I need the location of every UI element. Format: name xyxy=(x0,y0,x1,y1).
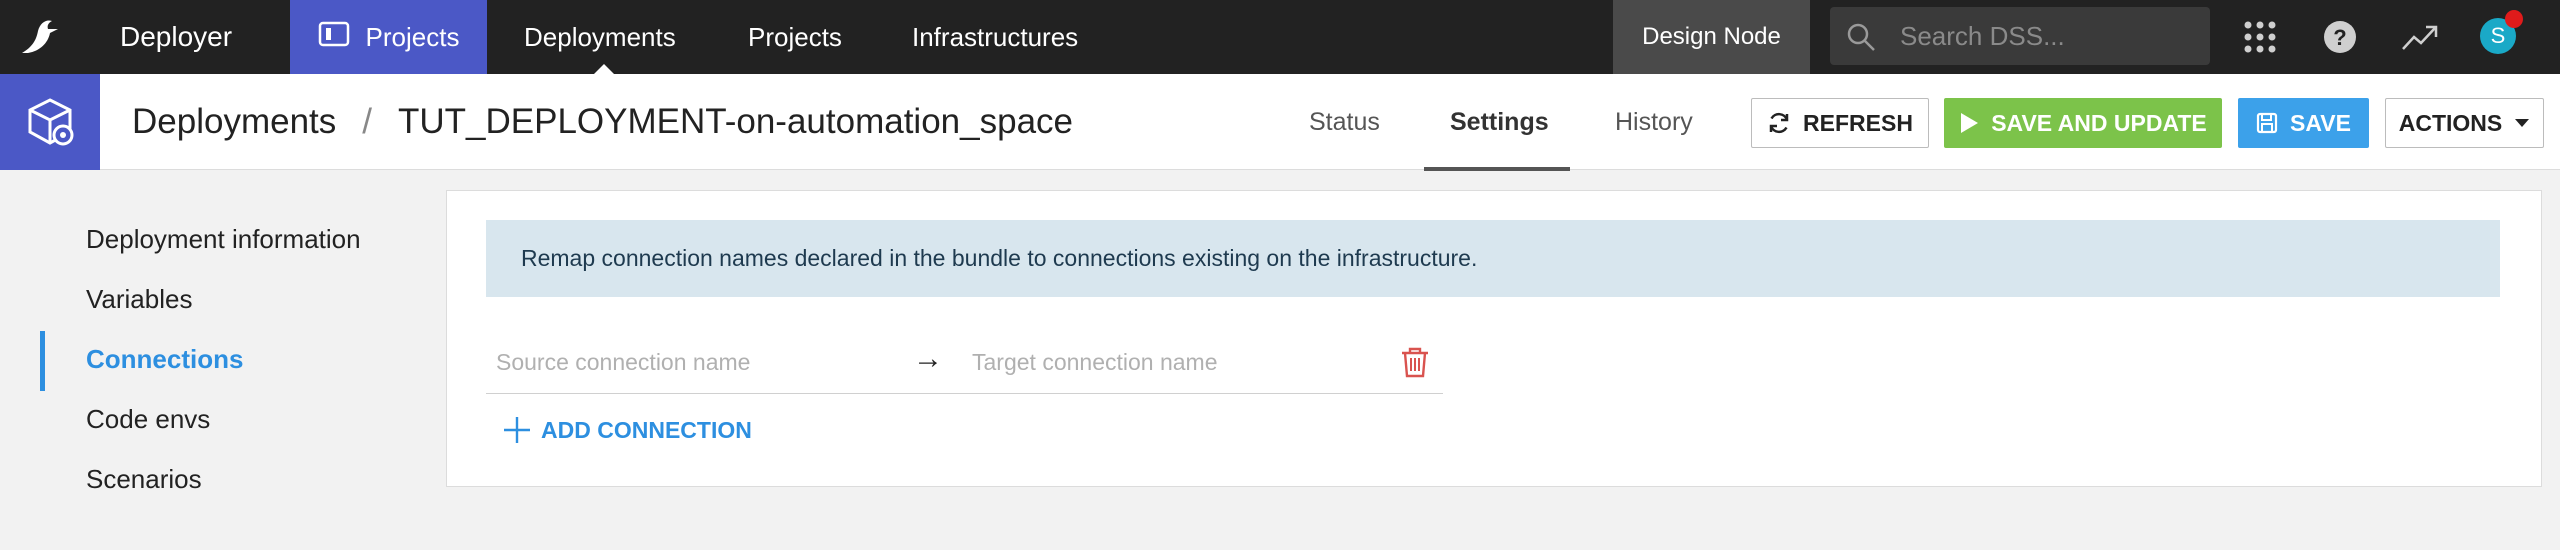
info-message: Remap connection names declared in the b… xyxy=(486,220,2500,297)
sidebar-item-variables[interactable]: Variables xyxy=(86,284,192,315)
breadcrumb-separator: / xyxy=(362,102,372,141)
breadcrumb: Deployments / TUT_DEPLOYMENT-on-automati… xyxy=(132,74,1073,170)
svg-text:?: ? xyxy=(2333,25,2346,50)
breadcrumb-current: TUT_DEPLOYMENT-on-automation_space xyxy=(398,102,1073,141)
add-connection-button[interactable]: ADD CONNECTION xyxy=(503,413,752,447)
add-connection-label: ADD CONNECTION xyxy=(541,416,752,443)
save-and-update-button[interactable]: SAVE AND UPDATE xyxy=(1944,98,2222,148)
app-name[interactable]: Deployer xyxy=(120,0,232,74)
delete-trash-icon[interactable] xyxy=(1400,346,1430,378)
refresh-button[interactable]: REFRESH xyxy=(1751,98,1929,148)
search-box[interactable] xyxy=(1830,7,2210,65)
deployment-cube-icon xyxy=(0,74,100,170)
design-node-button[interactable]: Design Node xyxy=(1613,0,1810,74)
sidebar-item-deployment-information[interactable]: Deployment information xyxy=(86,224,361,255)
tab-settings[interactable]: Settings xyxy=(1450,74,1549,170)
source-connection-input[interactable] xyxy=(496,340,886,384)
projects-icon xyxy=(318,21,350,54)
projects-menu-label: Projects xyxy=(365,21,460,52)
help-icon[interactable]: ? xyxy=(2320,17,2360,57)
tab-history[interactable]: History xyxy=(1615,74,1693,170)
tab-status[interactable]: Status xyxy=(1309,74,1380,170)
page-header: Deployments / TUT_DEPLOYMENT-on-automati… xyxy=(0,74,2560,171)
sidebar-active-indicator xyxy=(40,331,45,391)
top-navigation-bar: Deployer Projects Deployments Projects I… xyxy=(0,0,2560,74)
actions-label: ACTIONS xyxy=(2398,109,2503,136)
target-connection-input[interactable] xyxy=(972,340,1362,384)
sidebar-item-code-envs[interactable]: Code envs xyxy=(86,404,210,435)
chevron-down-icon xyxy=(2515,119,2530,127)
nav-projects[interactable]: Projects xyxy=(748,0,842,74)
mapping-row-divider xyxy=(486,393,1443,394)
plus-icon xyxy=(504,417,530,443)
save-button[interactable]: SAVE xyxy=(2238,98,2369,148)
search-input[interactable] xyxy=(1900,7,2200,65)
notification-dot xyxy=(2505,10,2523,28)
actions-dropdown-button[interactable]: ACTIONS xyxy=(2385,98,2544,148)
active-tab-indicator xyxy=(1424,167,1570,171)
active-nav-caret xyxy=(594,64,614,74)
refresh-icon xyxy=(1769,112,1789,134)
floppy-disk-icon xyxy=(2256,112,2278,134)
breadcrumb-root[interactable]: Deployments xyxy=(132,102,336,142)
grid-apps-icon[interactable] xyxy=(2240,17,2280,57)
bird-logo-icon[interactable] xyxy=(14,13,66,61)
trending-icon[interactable] xyxy=(2400,17,2440,57)
projects-menu-button[interactable]: Projects xyxy=(290,0,487,74)
nav-deployments[interactable]: Deployments xyxy=(524,0,676,74)
refresh-label: REFRESH xyxy=(1803,109,1913,136)
save-label: SAVE xyxy=(2290,109,2351,136)
sidebar-item-scenarios[interactable]: Scenarios xyxy=(86,464,202,495)
mapping-arrow: → xyxy=(913,342,943,375)
sidebar-item-connections[interactable]: Connections xyxy=(86,344,243,375)
save-and-update-label: SAVE AND UPDATE xyxy=(1991,109,2207,136)
search-icon xyxy=(1847,23,1875,51)
nav-infrastructures[interactable]: Infrastructures xyxy=(912,0,1078,74)
play-icon xyxy=(1961,113,1979,133)
